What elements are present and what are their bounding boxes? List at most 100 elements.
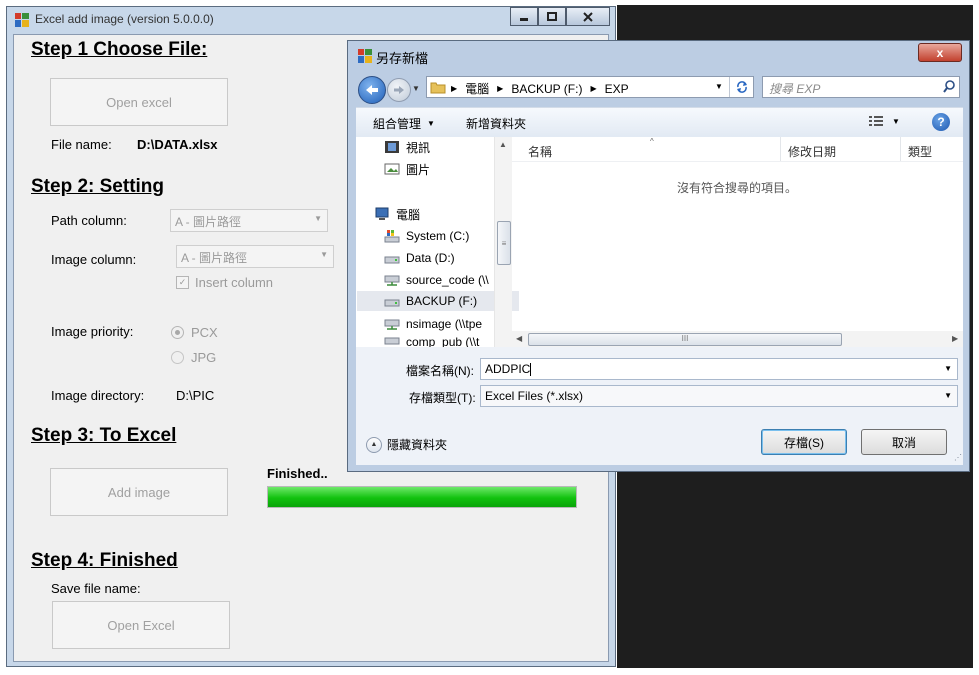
dialog-title: 另存新檔 — [376, 51, 429, 66]
image-column-value: A - 圖片路徑 — [181, 251, 248, 265]
path-column-select[interactable]: A - 圖片路徑 ▼ — [170, 209, 328, 232]
chevron-down-icon: ▼ — [427, 119, 435, 128]
breadcrumb-backup[interactable]: BACKUP (F:) — [511, 82, 582, 96]
scroll-right-icon[interactable]: ▶ — [952, 334, 958, 343]
scroll-up-icon[interactable]: ▲ — [499, 140, 507, 149]
filetype-label: 存檔類型(T): — [409, 391, 476, 405]
open-excel-button[interactable]: Open excel — [50, 78, 228, 126]
nav-item-label: System (C:) — [406, 229, 470, 243]
empty-message: 沒有符合搜尋的項目。 — [677, 181, 798, 195]
save-button[interactable]: 存檔(S) — [761, 429, 847, 455]
file-list-scroll-thumb[interactable]: III — [528, 333, 842, 346]
minimize-button[interactable] — [510, 7, 538, 26]
nav-scroll-thumb[interactable]: ≡ — [497, 221, 511, 265]
image-directory-label: Image directory: — [51, 388, 145, 403]
filename-input[interactable]: ADDPIC ▼ — [480, 358, 958, 380]
nav-item-label: BACKUP (F:) — [406, 294, 478, 308]
refresh-button[interactable] — [729, 77, 754, 97]
insert-column-checkbox[interactable]: ✓ Insert column — [176, 275, 273, 290]
file-name-label: File name: — [51, 137, 112, 152]
path-column-label: Path column: — [51, 213, 127, 228]
image-column-label: Image column: — [51, 252, 137, 267]
collapse-up-icon: ▲ — [366, 436, 382, 453]
forward-button[interactable] — [387, 78, 411, 102]
maximize-button[interactable] — [538, 7, 566, 26]
sort-ascending-icon: ^ — [650, 137, 654, 146]
file-name-value: D:\DATA.xlsx — [137, 137, 218, 152]
priority-radio-jpg[interactable]: JPG — [171, 350, 216, 365]
app-icon — [358, 49, 372, 63]
chevron-down-icon[interactable]: ▼ — [944, 364, 952, 373]
filename-label: 檔案名稱(N): — [406, 364, 474, 378]
drive-icon — [384, 251, 400, 265]
new-folder-button[interactable]: 新增資料夾 — [466, 115, 526, 132]
back-arrow-icon — [366, 85, 378, 95]
column-type[interactable]: 類型 — [908, 143, 932, 160]
breadcrumb-exp[interactable]: EXP — [605, 82, 629, 96]
close-icon — [583, 11, 593, 22]
network-drive-icon — [384, 317, 400, 331]
hide-folders-toggle[interactable]: ▲ 隱藏資料夾 — [366, 436, 447, 453]
organize-menu[interactable]: 組合管理 ▼ — [373, 115, 435, 132]
drive-icon — [384, 294, 400, 308]
refresh-icon — [737, 81, 747, 93]
insert-column-label: Insert column — [195, 275, 274, 290]
hide-folders-label: 隱藏資料夾 — [387, 438, 448, 452]
close-button[interactable] — [566, 7, 610, 26]
column-name[interactable]: 名稱 — [528, 143, 552, 160]
view-list-icon — [869, 116, 883, 126]
filetype-value: Excel Files (*.xlsx) — [485, 389, 584, 403]
step2-heading: Step 2: Setting — [31, 176, 165, 197]
chevron-down-icon: ▼ — [944, 391, 952, 400]
help-button[interactable]: ? — [932, 113, 950, 131]
filetype-select[interactable]: Excel Files (*.xlsx) ▼ — [480, 385, 958, 407]
recent-pages-chevron-icon[interactable]: ▼ — [412, 84, 420, 93]
file-list-scrollbar[interactable]: ◀ III ▶ — [512, 331, 963, 347]
chevron-down-icon: ▼ — [314, 214, 322, 223]
folder-icon — [430, 79, 446, 98]
view-options-button[interactable]: ▼ — [868, 114, 900, 128]
breadcrumb-computer[interactable]: 電腦 — [465, 80, 489, 97]
search-icon — [943, 80, 956, 96]
window-title: Excel add image (version 5.0.0.0) — [35, 12, 214, 26]
nav-item-label: comp_pub (\\t — [406, 335, 480, 347]
nav-item-label: 圖片 — [406, 162, 431, 177]
column-header-row: 名稱 ^ 修改日期 類型 — [512, 137, 963, 162]
cancel-button[interactable]: 取消 — [861, 429, 947, 455]
image-priority-label: Image priority: — [51, 324, 134, 339]
nav-item-label: 視訊 — [406, 140, 431, 155]
organize-label: 組合管理 — [373, 117, 422, 131]
save-as-dialog: 另存新檔 x ▼ ▶ 電腦 ▶ BACKUP (F:) ▶ EXP ▼ 搜尋 E… — [347, 40, 970, 472]
radio-empty-icon — [171, 351, 184, 364]
address-bar[interactable]: ▶ 電腦 ▶ BACKUP (F:) ▶ EXP ▼ — [426, 76, 754, 98]
breadcrumb-separator-icon: ▶ — [497, 84, 504, 93]
dialog-close-button[interactable]: x — [918, 43, 962, 62]
main-titlebar[interactable]: Excel add image (version 5.0.0.0) — [7, 7, 615, 33]
file-list: 名稱 ^ 修改日期 類型 沒有符合搜尋的項目。 ◀ III ▶ — [512, 137, 963, 347]
open-excel-result-button[interactable]: Open Excel — [52, 601, 230, 649]
resize-grip-icon[interactable]: ⋰ — [954, 453, 962, 462]
progress-bar — [267, 486, 577, 508]
system-drive-icon — [384, 229, 400, 243]
image-directory-value: D:\PIC — [176, 388, 215, 403]
search-input[interactable]: 搜尋 EXP — [762, 76, 960, 98]
image-column-select[interactable]: A - 圖片路徑 ▼ — [176, 245, 334, 268]
add-image-button[interactable]: Add image — [50, 468, 228, 516]
nav-item-label: nsimage (\\tpe — [406, 317, 483, 331]
scroll-left-icon[interactable]: ◀ — [516, 334, 522, 343]
nav-item-label: Data (D:) — [406, 251, 455, 265]
priority-radio-pcx[interactable]: PCX — [171, 325, 218, 340]
column-date-modified[interactable]: 修改日期 — [788, 143, 836, 160]
dialog-body: 視訊 圖片 電腦 System (C:) Data (D:) source_co… — [356, 137, 963, 347]
nav-item-label: source_code (\\ — [406, 273, 489, 287]
progress-fill — [268, 487, 576, 507]
nav-scrollbar[interactable]: ▲ ≡ — [494, 137, 512, 347]
path-column-value: A - 圖片路徑 — [175, 215, 242, 229]
back-button[interactable] — [358, 76, 386, 104]
breadcrumb-separator-icon: ▶ — [590, 84, 597, 93]
nav-item-computer[interactable]: 電腦 — [374, 204, 514, 224]
search-placeholder: 搜尋 EXP — [769, 82, 821, 96]
priority-pcx-label: PCX — [191, 325, 218, 340]
column-divider — [900, 137, 901, 161]
address-dropdown-icon[interactable]: ▼ — [715, 82, 723, 91]
